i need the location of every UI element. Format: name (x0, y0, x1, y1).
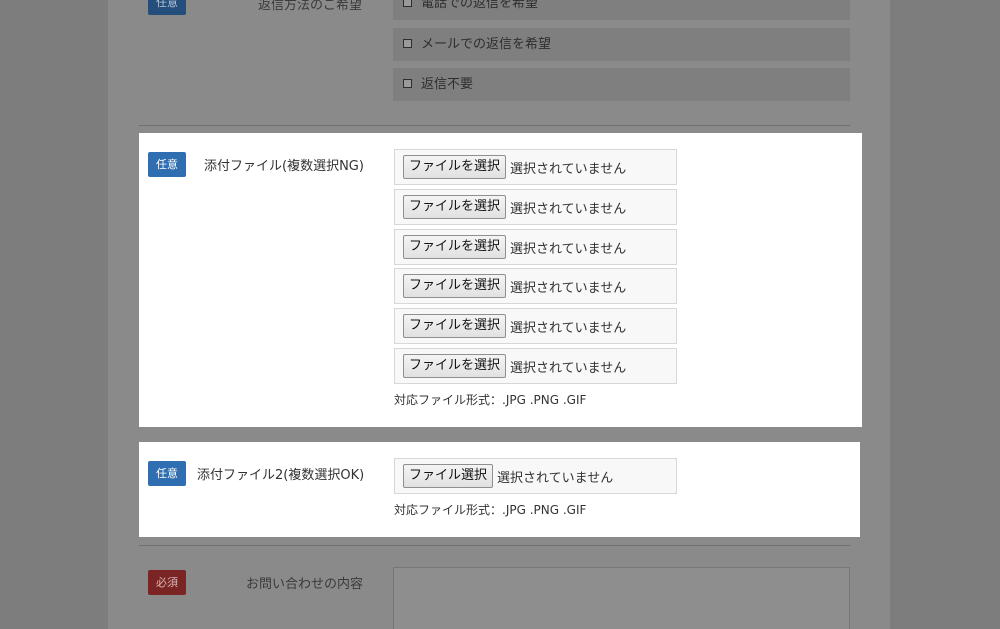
file-status: 選択されていません (497, 470, 614, 486)
optional-badge-attachment: 任意 (148, 152, 186, 177)
file-status: 選択されていません (510, 241, 627, 257)
reply-option-label: 返信不要 (421, 77, 474, 92)
attachment-ng-label: 添付ファイル(複数選択NG) (204, 159, 364, 174)
file-status: 選択されていません (510, 360, 627, 376)
file-input-2[interactable]: ファイルを選択 選択されていません (394, 189, 677, 225)
reply-option-label: 電話での返信を希望 (421, 0, 539, 11)
reply-option-none[interactable]: 返信不要 (393, 68, 850, 101)
choose-file-button[interactable]: ファイルを選択 (403, 354, 507, 378)
choose-file-button[interactable]: ファイルを選択 (403, 195, 507, 219)
file-status: 選択されていません (510, 161, 627, 177)
reply-option-phone[interactable]: 電話での返信を希望 (393, 0, 850, 20)
file-input-5[interactable]: ファイルを選択 選択されていません (394, 308, 677, 344)
checkbox[interactable] (403, 39, 412, 48)
reply-method-label: 返信方法のご希望 (258, 0, 363, 13)
file-input-6[interactable]: ファイルを選択 選択されていません (394, 348, 677, 384)
choose-file-button[interactable]: ファイルを選択 (403, 235, 507, 259)
reply-option-label: メールでの返信を希望 (421, 37, 552, 52)
file-status: 選択されていません (510, 201, 627, 217)
section-divider (139, 125, 850, 126)
required-badge-inquiry: 必須 (148, 570, 186, 595)
choose-file-button[interactable]: ファイル選択 (403, 464, 494, 488)
supported-formats-note: 対応ファイル形式：.JPG .PNG .GIF (394, 503, 587, 517)
inquiry-textarea[interactable] (393, 567, 850, 629)
file-input-4[interactable]: ファイルを選択 選択されていません (394, 268, 677, 304)
choose-file-button[interactable]: ファイルを選択 (403, 274, 507, 298)
file-input-multiple[interactable]: ファイル選択 選択されていません (394, 458, 677, 494)
reply-option-email[interactable]: メールでの返信を希望 (393, 28, 850, 61)
checkbox[interactable] (403, 79, 412, 88)
file-status: 選択されていません (510, 280, 627, 296)
attachment-ok-label: 添付ファイル2(複数選択OK) (197, 468, 365, 483)
supported-formats-note: 対応ファイル形式：.JPG .PNG .GIF (394, 393, 587, 407)
choose-file-button[interactable]: ファイルを選択 (403, 314, 507, 338)
inquiry-label: お問い合わせの内容 (246, 577, 364, 592)
file-status: 選択されていません (510, 320, 627, 336)
section-divider (139, 545, 850, 546)
optional-badge-attachment2: 任意 (148, 461, 186, 486)
optional-badge-reply: 任意 (148, 0, 186, 15)
file-input-1[interactable]: ファイルを選択 選択されていません (394, 149, 677, 185)
file-input-3[interactable]: ファイルを選択 選択されていません (394, 229, 677, 265)
choose-file-button[interactable]: ファイルを選択 (403, 155, 507, 179)
checkbox[interactable] (403, 0, 412, 7)
